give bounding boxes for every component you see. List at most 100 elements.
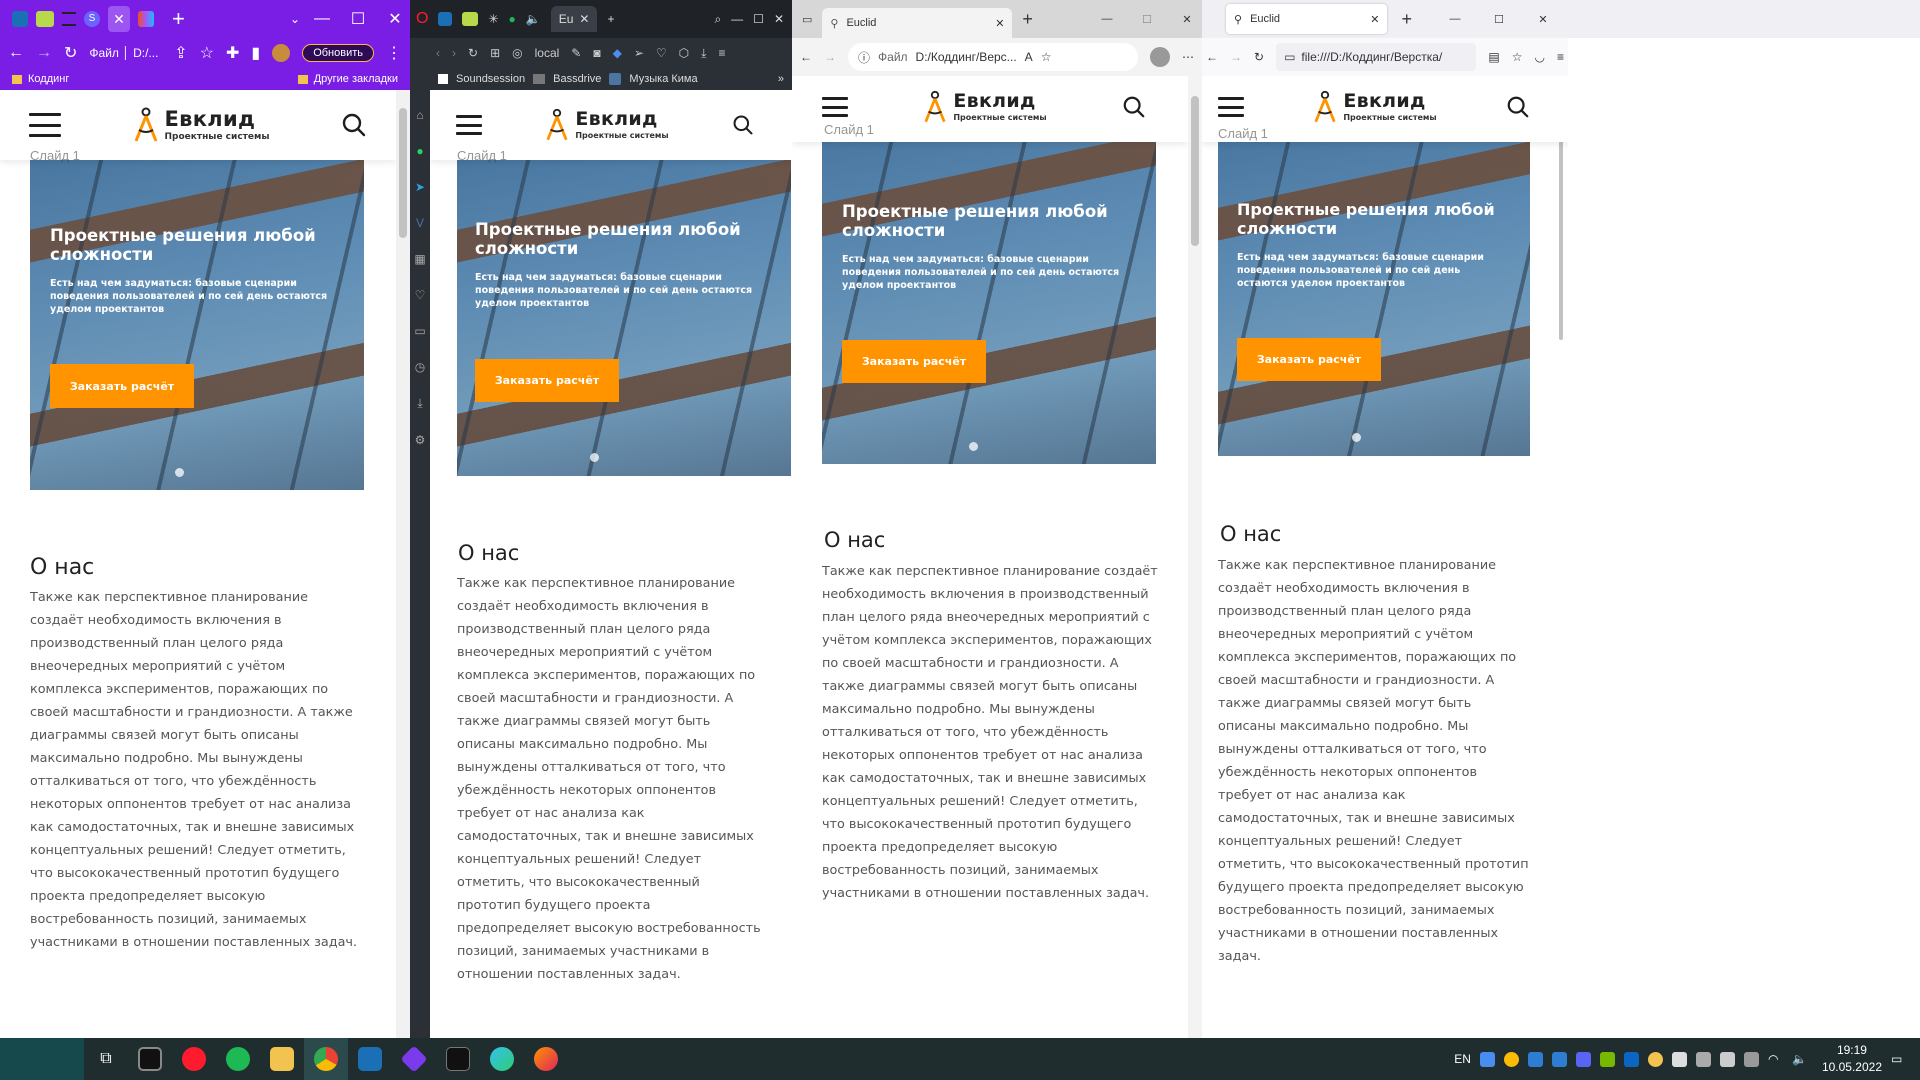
language-indicator[interactable]: EN [1454, 1052, 1471, 1066]
page-viewport[interactable]: Евклид Проектные системы Проектные решени… [0, 90, 396, 1038]
minimize-icon[interactable]: — [308, 10, 336, 28]
scrollbar[interactable] [1554, 76, 1568, 1038]
menu-icon[interactable]: ≡ [1557, 50, 1564, 64]
reader-view-icon[interactable]: ▤ [1488, 50, 1499, 64]
sidebar-home-icon[interactable]: ⌂ [416, 108, 423, 122]
tray-app-icon[interactable] [1743, 1051, 1759, 1067]
avatar[interactable] [1150, 47, 1170, 67]
reload-icon[interactable]: ↻ [468, 46, 478, 60]
search-icon[interactable] [732, 114, 754, 136]
close-window-icon[interactable]: ✕ [380, 9, 410, 29]
logo[interactable]: Евклид Проектные системы [545, 108, 669, 142]
tray-app-icon[interactable] [1479, 1051, 1495, 1067]
clock[interactable]: 19:19 10.05.2022 [1822, 1042, 1882, 1076]
shield-icon[interactable]: ◆ [613, 46, 622, 60]
maximize-icon[interactable]: ☐ [753, 12, 764, 26]
burger-menu-icon[interactable] [822, 97, 848, 117]
update-button[interactable]: Обновить [302, 44, 374, 62]
wifi-icon[interactable]: ◠ [1768, 1052, 1783, 1067]
sidepanel-icon[interactable]: ▮ [251, 43, 260, 63]
menu-dots-icon[interactable]: ⋮ [386, 43, 402, 63]
new-tab-icon[interactable]: + [172, 6, 185, 32]
notifications-icon[interactable]: ▭ [1891, 1052, 1906, 1067]
volume-icon[interactable]: 🔈 [1792, 1052, 1807, 1067]
tb-spotify-icon[interactable] [216, 1038, 260, 1080]
sidebar-chat-icon[interactable]: ▭ [414, 324, 425, 338]
extensions-icon[interactable]: ✚ [226, 43, 239, 63]
tab-game-icon[interactable] [36, 11, 54, 27]
tab-close-icon[interactable]: ✕ [579, 12, 589, 26]
sidebar-heart-icon[interactable]: ♡ [415, 288, 426, 302]
search-icon[interactable] [341, 112, 367, 138]
bookmark-bassdrive[interactable]: Bassdrive [553, 73, 601, 85]
scrollbar-thumb[interactable] [399, 108, 407, 238]
scrollbar[interactable] [1188, 76, 1202, 1038]
sidebar-settings-icon[interactable]: ⚙ [415, 433, 426, 447]
camera-icon[interactable]: ◙ [593, 46, 600, 60]
sidebar-vk-icon[interactable]: V [416, 216, 424, 230]
minimize-icon[interactable]: — [1440, 13, 1470, 25]
tab-figma-icon[interactable] [138, 11, 154, 27]
burger-menu-icon[interactable] [29, 113, 61, 137]
back-icon[interactable]: ‹ [436, 46, 440, 60]
minimize-icon[interactable]: — [731, 12, 743, 26]
tab-game-icon[interactable] [462, 12, 479, 26]
scrollbar-thumb[interactable] [1191, 96, 1199, 246]
heart-icon[interactable]: ♡ [656, 46, 667, 60]
tray-app-icon[interactable] [1647, 1051, 1663, 1067]
maximize-icon[interactable]: ☐ [1484, 13, 1514, 26]
info-icon[interactable]: ⓘ [858, 49, 870, 66]
tb-start-button[interactable] [0, 1038, 84, 1080]
tray-bluetooth-icon[interactable] [1623, 1051, 1639, 1067]
order-button[interactable]: Заказать расчёт [50, 364, 194, 408]
logo[interactable]: Евклид Проектные системы [923, 90, 1047, 124]
close-window-icon[interactable]: ✕ [1172, 13, 1202, 26]
forward-icon[interactable]: → [36, 44, 52, 62]
bookmark-music[interactable]: Музыка Кима [629, 73, 697, 85]
sidebar-download-icon[interactable]: ⤓ [417, 396, 422, 411]
menu-dots-icon[interactable]: ⋯ [1182, 50, 1194, 64]
tray-app-icon[interactable] [1527, 1051, 1543, 1067]
share-icon[interactable]: ⇪ [174, 43, 187, 63]
logo[interactable]: Евклид Проектные системы [133, 107, 269, 143]
download-icon[interactable]: ⤓ [701, 46, 706, 61]
tab-audio-icon[interactable]: 🔈 [526, 12, 541, 26]
slider-dot[interactable] [969, 442, 978, 451]
tb-firefox-icon[interactable] [524, 1038, 568, 1080]
tray-chrome-icon[interactable] [1503, 1051, 1519, 1067]
edit-icon[interactable]: ✎ [571, 46, 581, 60]
new-tab-icon[interactable]: + [1401, 9, 1412, 30]
search-icon[interactable] [1506, 95, 1530, 119]
avatar[interactable] [272, 44, 291, 62]
opera-logo-icon[interactable]: O [416, 10, 428, 28]
address-bar[interactable]: local [535, 46, 560, 60]
bookmarks-overflow-icon[interactable]: » [778, 73, 784, 85]
tb-vscode-icon[interactable] [348, 1038, 392, 1080]
tab-s-icon[interactable]: S [84, 11, 100, 27]
bookmark-star-icon[interactable]: ☆ [1512, 50, 1523, 64]
slider-dot[interactable] [590, 453, 599, 462]
order-button[interactable]: Заказать расчёт [842, 340, 986, 383]
pocket-icon[interactable]: ◡ [1535, 50, 1545, 64]
tb-task-view-icon[interactable]: ⧉ [84, 1038, 128, 1080]
forward-icon[interactable]: → [1230, 50, 1242, 64]
reload-icon[interactable]: ↻ [64, 43, 77, 63]
menu-icon[interactable]: ≡ [718, 46, 725, 60]
tab-vscode-icon[interactable] [438, 12, 453, 26]
back-icon[interactable]: ← [800, 50, 812, 64]
tab-actions-icon[interactable]: ▭ [802, 13, 812, 26]
tb-opera-icon[interactable] [172, 1038, 216, 1080]
tab-doc-icon[interactable] [62, 12, 76, 26]
forward-icon[interactable]: → [824, 50, 836, 64]
read-aloud-icon[interactable]: A [1025, 50, 1033, 64]
page-viewport[interactable]: Евклид Проектные системы Проектные решени… [430, 90, 792, 1038]
tray-app-icon[interactable] [1719, 1051, 1735, 1067]
search-icon[interactable] [1122, 95, 1146, 119]
address-bar[interactable]: ▭ file:///D:/Коддинг/Верстка/ [1276, 43, 1477, 71]
favorites-icon[interactable]: ☆ [1041, 50, 1052, 64]
tab-close-icon[interactable]: ✕ [995, 17, 1004, 30]
order-button[interactable]: Заказать расчёт [475, 359, 619, 402]
tb-explorer-icon[interactable] [260, 1038, 304, 1080]
minimize-icon[interactable]: — [1092, 13, 1122, 25]
sidebar-telegram-icon[interactable]: ➤ [415, 180, 425, 194]
